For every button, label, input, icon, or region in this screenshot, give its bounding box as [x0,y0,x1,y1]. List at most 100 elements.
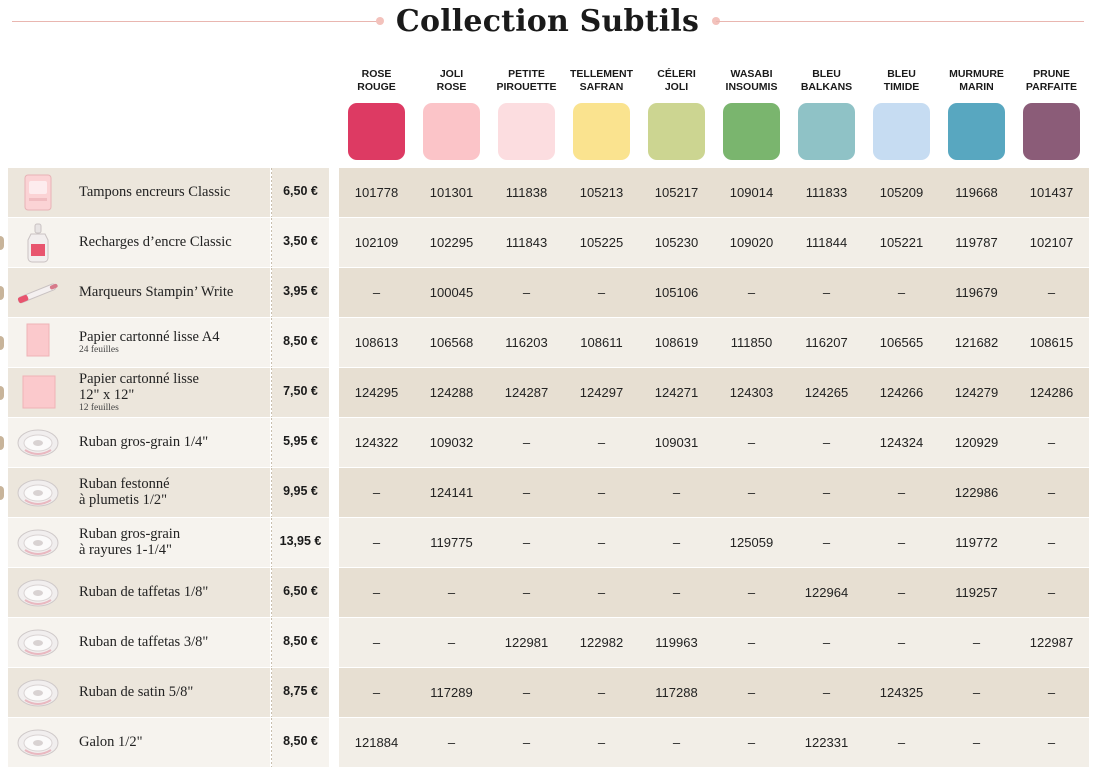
color-swatch [348,103,405,160]
product-code: – [522,735,531,750]
page-edge-mark [0,236,4,250]
product-code: 102295 [429,235,474,250]
ribbon-spool-icon [15,720,61,766]
product-code: 124265 [804,385,849,400]
product-subtitle: 12 feuilles [79,403,119,413]
product-code: – [1047,585,1056,600]
product-code: – [1047,535,1056,550]
product-code: 122981 [504,635,549,650]
page-edge-mark [0,336,4,350]
product-code: 125059 [729,535,774,550]
product-code: – [1047,435,1056,450]
product-code: – [1047,685,1056,700]
page-edge-mark [0,486,4,500]
product-code: 121682 [954,335,999,350]
product-code: – [597,735,606,750]
product-code: – [672,485,681,500]
product-code: – [672,535,681,550]
product-code: 102107 [1029,235,1074,250]
product-code: 105221 [879,235,924,250]
product-name-line: Ruban de taffetas 1/8" [79,584,209,600]
product-code: 106565 [879,335,924,350]
ink-pad-icon [15,170,61,216]
product-price: 13,95 € [279,534,322,548]
color-name-line: ROUGE [357,81,396,93]
product-code: 122987 [1029,635,1074,650]
product-price: 8,50 € [283,734,318,748]
color-name-lines: TELLEMENT SAFRAN [570,68,633,94]
product-code: – [372,685,381,700]
product-code: – [372,285,381,300]
color-name: ROSE ROUGE [339,68,414,96]
product-code: – [822,485,831,500]
product-code: 111843 [505,235,548,250]
product-name: Ruban festonné à plumetis 1/2" [79,476,170,508]
product-code: – [522,485,531,500]
color-name-lines: CÉLERI JOLI [657,68,696,94]
product-price: 8,50 € [283,634,318,648]
color-swatch [798,103,855,160]
color-name-line: PRUNE [1033,68,1070,80]
product-code: 111850 [730,335,773,350]
product-code: – [822,535,831,550]
product-code: 124288 [429,385,474,400]
product-code: 100045 [429,285,474,300]
color-name: PETITE PIROUETTE [489,68,564,96]
product-code: 106568 [429,335,474,350]
marker-icon [15,270,61,316]
color-swatch [948,103,1005,160]
product-code: – [597,435,606,450]
product-code: 124325 [879,685,924,700]
color-name-lines: BLEU TIMIDE [884,68,920,94]
color-swatch [648,103,705,160]
product-name: Recharges d’encre Classic [79,234,232,250]
product-code: – [597,685,606,700]
product-name-line: Ruban festonné [79,476,170,492]
product-code: 105209 [879,185,924,200]
product-code: 124271 [654,385,699,400]
product-name: Ruban gros-grain 1/4" [79,434,208,450]
color-name: MURMURE MARIN [939,68,1014,96]
color-name-lines: PRUNE PARFAITE [1026,68,1077,94]
product-code: – [897,535,906,550]
color-swatch [723,103,780,160]
color-name-line: INSOUMIS [725,81,778,93]
product-code: 111844 [805,235,848,250]
color-name-lines: PETITE PIROUETTE [496,68,556,94]
product-code: – [747,635,756,650]
color-column-header: BLEU BALKANS [789,68,864,160]
product-name-line: Ruban de taffetas 3/8" [79,634,209,650]
color-column-header: PRUNE PARFAITE [1014,68,1089,160]
product-code: 109020 [729,235,774,250]
product-code: 119668 [955,185,998,200]
color-column-header: WASABI INSOUMIS [714,68,789,160]
color-name-line: JOLI [664,81,689,93]
product-code: 109014 [729,185,774,200]
color-name-line: PARFAITE [1025,81,1078,93]
title-rule-right [716,21,1084,22]
product-code: – [447,735,456,750]
product-code: 124297 [579,385,624,400]
product-code: 124303 [729,385,774,400]
product-code: 122986 [954,485,999,500]
color-name: BLEU TIMIDE [864,68,939,96]
product-code: 124324 [879,435,924,450]
product-price: 5,95 € [283,434,318,448]
ink-refill-icon [15,220,61,266]
color-name-line: PIROUETTE [496,81,557,93]
product-code: 105106 [654,285,699,300]
color-swatch [573,103,630,160]
color-name-line: BLEU [887,68,916,80]
ribbon-spool-icon [15,620,61,666]
product-name: Ruban de taffetas 3/8" [79,634,208,650]
product-code: – [372,485,381,500]
product-code: 120929 [954,435,999,450]
color-name: BLEU BALKANS [789,68,864,96]
product-price: 7,50 € [283,384,318,398]
product-code: 119257 [955,585,998,600]
product-name: Tampons encreurs Classic [79,184,230,200]
product-name-line: Ruban de satin 5/8" [79,684,194,700]
product-code: 119772 [955,535,998,550]
product-price: 8,50 € [283,334,318,348]
color-name-line: SAFRAN [579,81,624,93]
